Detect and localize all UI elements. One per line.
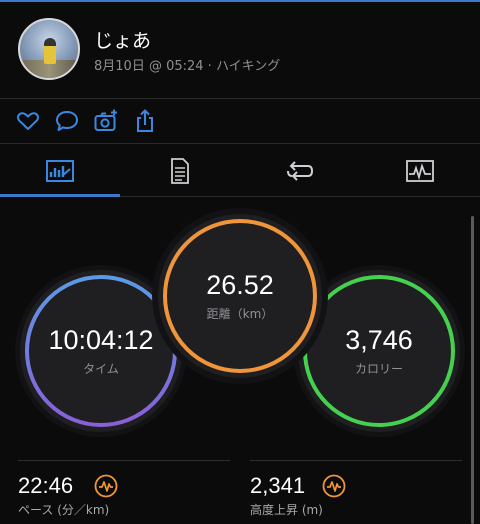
- distance-ring[interactable]: 26.52 距離（km）: [158, 214, 322, 378]
- comment-icon[interactable]: [54, 108, 80, 134]
- tab-graph[interactable]: [360, 145, 480, 197]
- summary-rings: 10:04:12 タイム 3,746 カロリー 26.52 距離（km）: [0, 198, 470, 448]
- calories-ring[interactable]: 3,746 カロリー: [298, 270, 460, 432]
- tab-stats[interactable]: [0, 145, 120, 197]
- graph-icon: [406, 160, 434, 182]
- heart-icon[interactable]: [15, 108, 41, 134]
- elevation-stat[interactable]: 2,341 高度上昇 (m): [250, 460, 462, 524]
- distance-label: 距離（km）: [206, 307, 274, 321]
- calories-label: カロリー: [354, 362, 403, 376]
- elevation-chart-badge-icon[interactable]: [322, 474, 346, 498]
- activity-header: じょあ 8月10日 @ 05:24 · ハイキング: [0, 2, 480, 99]
- pace-value: 22:46: [18, 473, 74, 498]
- pace-stat[interactable]: 22:46 ペース (分／km): [18, 460, 230, 524]
- action-bar: [0, 100, 480, 144]
- time-label: タイム: [83, 362, 119, 376]
- tab-bar: [0, 145, 480, 197]
- avatar-person: [44, 38, 56, 64]
- tab-notes[interactable]: [120, 145, 240, 197]
- elevation-value: 2,341: [250, 473, 306, 498]
- pace-chart-badge-icon[interactable]: [94, 474, 118, 498]
- activity-meta: 8月10日 @ 05:24 · ハイキング: [94, 59, 281, 74]
- laps-icon: [287, 161, 314, 181]
- scrollbar[interactable]: [471, 216, 474, 524]
- share-icon[interactable]: [132, 108, 158, 134]
- pace-label: ペース (分／km): [18, 503, 110, 517]
- stats-chart-icon: [46, 160, 74, 182]
- elevation-label: 高度上昇 (m): [250, 503, 323, 517]
- time-value: 10:04:12: [48, 325, 154, 355]
- add-photo-icon[interactable]: [93, 108, 119, 134]
- distance-value: 26.52: [206, 270, 274, 300]
- user-name[interactable]: じょあ: [94, 26, 151, 53]
- notes-icon: [171, 158, 189, 184]
- calories-value: 3,746: [345, 325, 413, 355]
- avatar[interactable]: [18, 18, 80, 80]
- tab-laps[interactable]: [240, 145, 360, 197]
